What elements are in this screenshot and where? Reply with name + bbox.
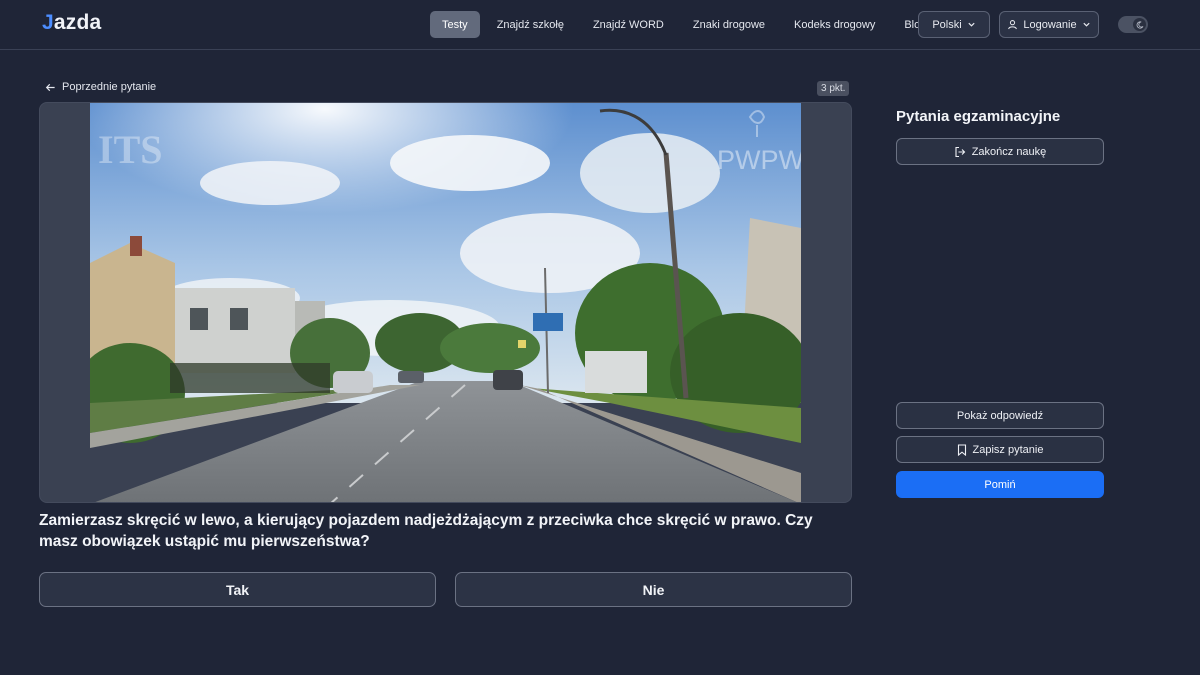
points-badge: 3 pkt. [817,81,850,96]
show-answer-button[interactable]: Pokaż odpowiedź [896,402,1104,429]
answer-yes-button[interactable]: Tak [39,572,436,607]
theme-toggle[interactable] [1118,16,1148,33]
logout-icon [955,146,965,157]
its-watermark: ITS [98,127,163,172]
pwpw-watermark: PWPW [717,145,801,175]
question-media: ITS PWPW [39,102,852,503]
language-select[interactable]: Polski [918,11,990,38]
logo-text: azda [53,11,102,34]
chevron-down-icon [968,22,975,27]
answer-no-button[interactable]: Nie [455,572,852,607]
previous-question-label: Poprzednie pytanie [62,81,157,93]
moon-icon [1136,20,1143,29]
save-question-label: Zapisz pytanie [972,443,1044,456]
toggle-knob [1133,18,1146,31]
arrow-left-icon [45,83,55,91]
language-label: Polski [932,18,962,31]
save-question-button[interactable]: Zapisz pytanie [896,436,1104,463]
skip-button[interactable]: Pomiń [896,471,1104,498]
top-navbar: Jazda Testy Znajdź szkołę Znajdź WORD Zn… [0,0,1200,50]
end-learning-label: Zakończ naukę [971,145,1047,158]
end-learning-button[interactable]: Zakończ naukę [896,138,1104,165]
question-text: Zamierzasz skręcić w lewo, a kierujący p… [39,512,813,550]
login-label: Logowanie [1023,18,1077,31]
user-icon [1008,20,1018,30]
login-dropdown[interactable]: Logowanie [999,11,1099,38]
bookmark-icon [957,443,966,456]
previous-question-link[interactable]: Poprzednie pytanie [45,81,156,93]
nav-item-find-school[interactable]: Znajdź szkołę [485,11,576,38]
nav-item-find-word[interactable]: Znajdź WORD [581,11,676,38]
nav-item-testy[interactable]: Testy [430,11,480,38]
nav-item-road-signs[interactable]: Znaki drogowe [681,11,777,38]
logo-mark: J [42,11,54,34]
sidebar-title: Pytania egzaminacyjne [896,108,1061,125]
main-nav: Testy Znajdź szkołę Znajdź WORD Znaki dr… [430,11,943,38]
chevron-down-icon [1082,22,1090,27]
nav-item-traffic-code[interactable]: Kodeks drogowy [782,11,887,38]
logo[interactable]: Jazda [42,11,101,35]
road-scene-image: ITS PWPW [90,103,801,502]
